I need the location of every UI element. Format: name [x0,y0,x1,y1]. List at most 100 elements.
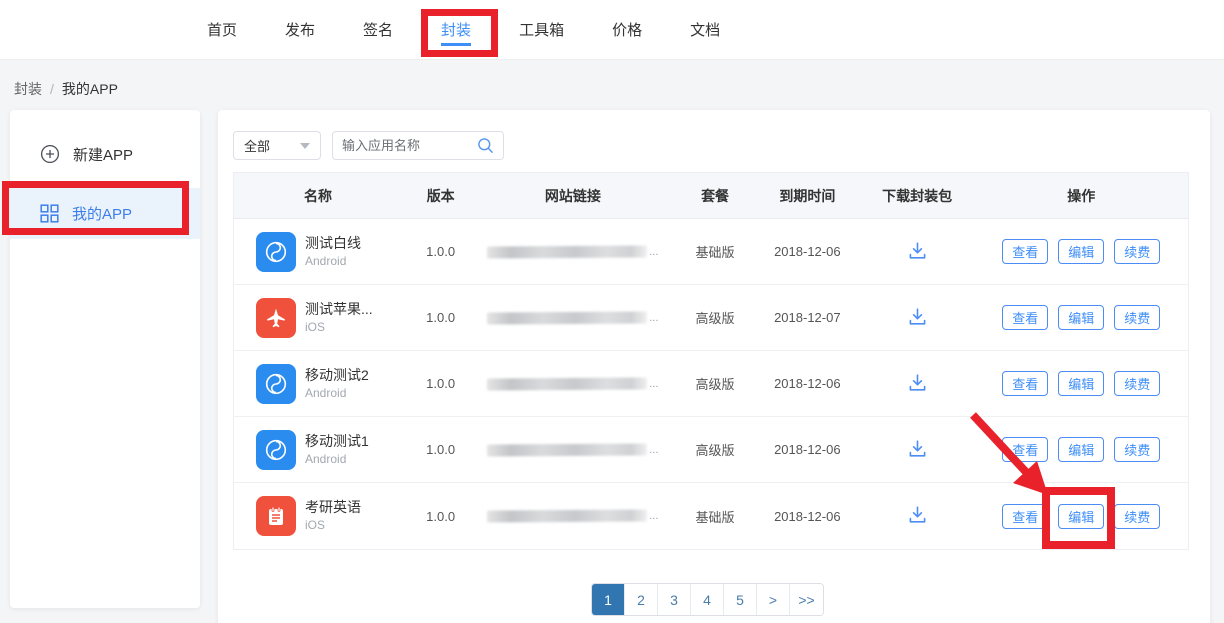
app-name: 考研英语 [305,498,361,517]
pagination: 12345>>> [591,583,824,616]
table-header-row: 名称版本网站链接套餐到期时间下载封装包操作 [234,173,1188,219]
app-version: 1.0.0 [411,310,471,325]
sidebar-item-new-app[interactable]: 新建APP [10,132,200,176]
renew-button[interactable]: 续费 [1114,239,1160,264]
column-header: 名称 [234,186,411,206]
breadcrumb-section[interactable]: 封装 [14,81,42,97]
download-package-icon[interactable] [907,438,928,459]
nav-tab-item[interactable]: 签名 [363,15,393,46]
sidebar-item-label: 我的APP [72,203,132,224]
renew-button[interactable]: 续费 [1114,371,1160,396]
download-package-icon[interactable] [907,306,928,327]
website-link: ... [471,378,676,390]
chevron-down-icon [300,143,310,149]
app-name: 移动测试1 [305,432,369,451]
app-name: 测试苹果... [305,300,373,319]
plan-badge: 基础版 [675,242,755,261]
app-name: 测试白线 [305,234,361,253]
column-header: 版本 [411,186,471,206]
type-filter-select[interactable]: 全部 [233,131,321,160]
column-header: 下载封装包 [860,186,975,206]
renew-button[interactable]: 续费 [1114,437,1160,462]
download-package-icon[interactable] [907,240,928,261]
redacted-link [487,377,647,390]
breadcrumb: 封装 / 我的APP [14,79,118,99]
breadcrumb-separator: / [50,81,54,97]
sidebar-item-my-app[interactable]: 我的APP [10,188,200,239]
main-nav: 首页 发布 签名 封装 工具箱 价格 文档 [0,0,1224,60]
edit-button[interactable]: 编辑 [1058,504,1104,529]
next-page-button[interactable]: > [757,584,790,615]
notepad-icon [256,496,296,536]
redacted-link [487,245,647,258]
nav-tab-item[interactable]: 文档 [690,15,720,46]
view-button[interactable]: 查看 [1002,305,1048,330]
plan-badge: 高级版 [675,308,755,327]
table-row: 移动测试1 Android 1.0.0 ... 高级版 2018-12-06 查… [234,417,1188,483]
edit-button[interactable]: 编辑 [1058,371,1104,396]
page-button-1[interactable]: 1 [592,584,625,615]
column-header: 操作 [974,186,1188,206]
app-platform: Android [305,451,369,467]
nav-tab-item[interactable]: 发布 [285,15,315,46]
expiry-date: 2018-12-06 [755,509,860,524]
column-header: 到期时间 [755,186,860,206]
edit-button[interactable]: 编辑 [1058,305,1104,330]
website-link: ... [471,246,676,258]
sidebar-item-label: 新建APP [73,144,133,165]
last-page-button[interactable]: >> [790,584,823,615]
app-platform: Android [305,385,369,401]
nav-tab-item[interactable]: 价格 [612,15,642,46]
column-header: 套餐 [675,186,755,206]
app-version: 1.0.0 [411,509,471,524]
table-row: 移动测试2 Android 1.0.0 ... 高级版 2018-12-06 查… [234,351,1188,417]
download-package-icon[interactable] [907,372,928,393]
renew-button[interactable]: 续费 [1114,504,1160,529]
expiry-date: 2018-12-06 [755,244,860,259]
s-browser-icon [256,232,296,272]
nav-tab-active[interactable]: 封装 [441,15,471,46]
table-row: 测试白线 Android 1.0.0 ... 基础版 2018-12-06 查看… [234,219,1188,285]
renew-button[interactable]: 续费 [1114,305,1160,330]
search-input[interactable] [342,138,462,153]
table-row: 考研英语 iOS 1.0.0 ... 基础版 2018-12-06 查看编辑续费 [234,483,1188,549]
page-button-2[interactable]: 2 [625,584,658,615]
nav-tab-item[interactable]: 工具箱 [519,15,564,46]
expiry-date: 2018-12-06 [755,376,860,391]
view-button[interactable]: 查看 [1002,239,1048,264]
view-button[interactable]: 查看 [1002,437,1048,462]
plus-circle-icon [40,144,60,164]
grid-icon [40,204,59,223]
breadcrumb-current: 我的APP [62,81,118,97]
search-box [332,131,504,160]
s-browser-icon [256,364,296,404]
search-icon[interactable] [477,137,494,154]
plan-badge: 高级版 [675,440,755,459]
app-platform: Android [305,253,361,269]
edit-button[interactable]: 编辑 [1058,239,1104,264]
app-version: 1.0.0 [411,376,471,391]
app-table: 名称版本网站链接套餐到期时间下载封装包操作 测试白线 Android 1.0.0… [233,172,1189,550]
app-version: 1.0.0 [411,244,471,259]
top-navigation-bar: 首页 发布 签名 封装 工具箱 价格 文档 [0,0,1224,60]
s-browser-icon [256,430,296,470]
website-link: ... [471,312,676,324]
view-button[interactable]: 查看 [1002,504,1048,529]
redacted-link [487,311,647,324]
app-platform: iOS [305,517,361,533]
expiry-date: 2018-12-06 [755,442,860,457]
airplane-icon [256,298,296,338]
edit-button[interactable]: 编辑 [1058,437,1104,462]
download-package-icon[interactable] [907,504,928,525]
view-button[interactable]: 查看 [1002,371,1048,396]
nav-tab-item[interactable]: 首页 [207,15,237,46]
page-button-4[interactable]: 4 [691,584,724,615]
expiry-date: 2018-12-07 [755,310,860,325]
app-platform: iOS [305,319,373,335]
app-version: 1.0.0 [411,442,471,457]
redacted-link [487,443,647,456]
plan-badge: 高级版 [675,374,755,393]
page-button-5[interactable]: 5 [724,584,757,615]
page-button-3[interactable]: 3 [658,584,691,615]
website-link: ... [471,510,676,522]
